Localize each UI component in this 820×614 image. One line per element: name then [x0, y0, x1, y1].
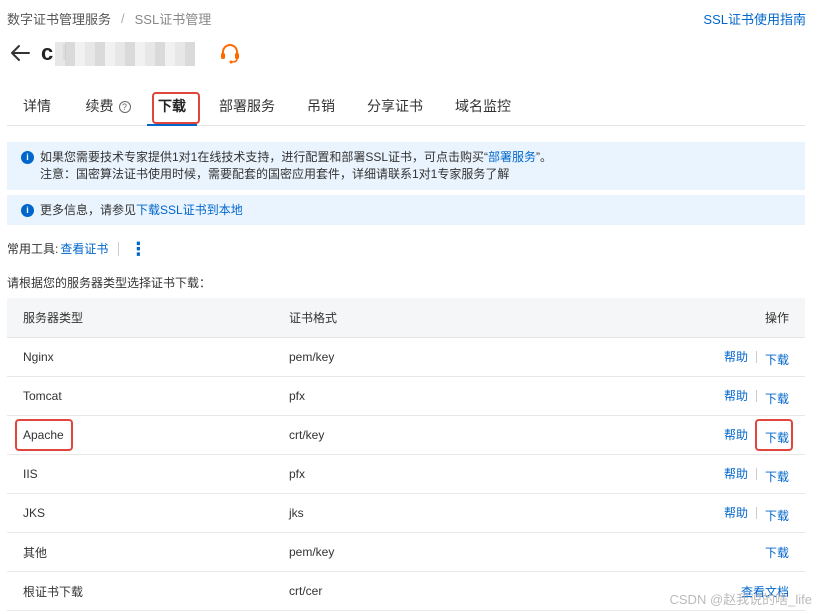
actions-cell: 帮助 下载 — [672, 464, 805, 485]
download-table: 服务器类型 证书格式 操作 Nginx pem/key 帮助 下载 Tomcat… — [7, 298, 805, 611]
divider — [755, 468, 757, 480]
breadcrumb-separator: / — [121, 11, 125, 26]
actions-cell: 帮助 下载 — [672, 347, 805, 368]
format-cell: pfx — [289, 389, 306, 403]
ssl-guide-link[interactable]: SSL证书使用指南 — [703, 9, 806, 28]
view-certificate-link[interactable]: 查看证书 — [60, 240, 108, 257]
common-tools: 常用工具: 查看证书 ⋮ — [7, 240, 147, 258]
help-link[interactable]: 帮助 — [724, 426, 748, 443]
info-icon: i — [21, 204, 34, 217]
download-instruction: 请根据您的服务器类型选择证书下载： — [7, 276, 212, 290]
help-link[interactable]: 帮助 — [724, 387, 748, 404]
actions-cell: 帮助 下载 — [672, 386, 805, 407]
divider — [755, 507, 757, 519]
more-info-notice: i 更多信息，请参见 下载SSL证书到本地 — [7, 195, 805, 225]
notice-text-suffix: ”。 — [536, 150, 553, 164]
download-tab-highlight — [152, 92, 200, 124]
format-cell: pem/key — [289, 350, 335, 364]
download-link[interactable]: 下载 — [765, 507, 789, 524]
divider — [118, 241, 120, 256]
server-type-cell: Tomcat — [23, 389, 62, 403]
support-headset-icon[interactable] — [218, 41, 242, 65]
download-link[interactable]: 下载 — [765, 544, 789, 561]
table-row: IIS pfx 帮助 下载 — [7, 455, 805, 494]
download-link[interactable]: 下载 — [765, 390, 789, 407]
tab-revoke[interactable]: 吊销 — [305, 88, 337, 126]
more-options-icon[interactable]: ⋮ — [129, 240, 147, 258]
page-title: c l — [41, 40, 195, 66]
table-row: Tomcat pfx 帮助 下载 — [7, 377, 805, 416]
actions-cell: 帮助 下载 — [672, 503, 805, 524]
tab-share-label: 分享证书 — [367, 98, 423, 114]
tab-share-certificate[interactable]: 分享证书 — [365, 88, 425, 126]
help-link[interactable]: 帮助 — [724, 348, 748, 365]
column-header-server-type: 服务器类型 — [23, 311, 84, 325]
download-link[interactable]: 下载 — [765, 468, 789, 485]
support-notice: i 如果您需要技术专家提供1对1在线技术支持，进行配置和部署SSL证书，可点击购… — [7, 142, 805, 190]
server-type-cell: 其他 — [23, 545, 48, 560]
server-type-cell: 根证书下载 — [23, 584, 84, 599]
table-row: 其他 pem/key 下载 — [7, 533, 805, 572]
back-arrow-icon[interactable] — [7, 40, 33, 66]
tab-monitor-label: 域名监控 — [455, 98, 511, 114]
tab-deploy-service[interactable]: 部署服务 — [217, 88, 277, 126]
table-header: 服务器类型 证书格式 操作 — [7, 298, 805, 338]
breadcrumb-item-ssl-management[interactable]: SSL证书管理 — [135, 9, 212, 28]
notice-text-prefix: 如果您需要技术专家提供1对1在线技术支持，进行配置和部署SSL证书，可点击购买“ — [40, 150, 489, 164]
server-type-cell: IIS — [23, 467, 38, 481]
format-cell: pem/key — [289, 545, 335, 559]
help-link[interactable]: 帮助 — [724, 504, 748, 521]
format-cell: crt/cer — [289, 584, 323, 598]
apache-download-highlight — [755, 419, 793, 451]
download-ssl-doc-link[interactable]: 下载SSL证书到本地 — [136, 202, 243, 219]
column-header-actions: 操作 — [764, 311, 789, 325]
apache-highlight — [15, 419, 73, 451]
breadcrumb: 数字证书管理服务 / SSL证书管理 — [7, 9, 211, 28]
title-row: c l — [7, 38, 242, 68]
watermark: CSDN @赵我说的啥_life — [669, 592, 813, 607]
common-tools-label: 常用工具: — [7, 242, 59, 256]
tab-bar: 详情 续费? 下载 部署服务 吊销 分享证书 域名监控 — [7, 88, 805, 126]
title-redaction — [55, 42, 195, 66]
format-cell: jks — [289, 506, 304, 520]
divider — [755, 390, 757, 402]
info-icon: i — [21, 151, 34, 164]
table-row: JKS jks 帮助 下载 — [7, 494, 805, 533]
tab-renewal-label: 续费 — [85, 98, 114, 114]
tab-details[interactable]: 详情 — [21, 88, 53, 126]
tab-domain-monitor[interactable]: 域名监控 — [453, 88, 513, 126]
deploy-service-link[interactable]: 部署服务 — [488, 149, 536, 166]
help-circle-icon[interactable]: ? — [118, 101, 131, 113]
table-row-apache: Apache crt/key 帮助 下载 — [7, 416, 805, 455]
download-link[interactable]: 下载 — [765, 351, 789, 368]
server-type-cell: JKS — [23, 506, 46, 520]
actions-cell: 下载 — [672, 544, 805, 561]
format-cell: pfx — [289, 467, 306, 481]
breadcrumb-item-ssl-service[interactable]: 数字证书管理服务 — [7, 9, 111, 28]
server-type-cell: Nginx — [23, 350, 54, 364]
notice-note-text: 注意：国密算法证书使用时候，需要配套的国密应用套件，详细请联系1对1专家服务了解 — [40, 167, 510, 181]
tab-deploy-label: 部署服务 — [219, 98, 275, 114]
divider — [755, 351, 757, 363]
format-cell: crt/key — [289, 428, 325, 442]
tab-details-label: 详情 — [23, 98, 51, 114]
column-header-format: 证书格式 — [289, 311, 338, 325]
tab-renewal[interactable]: 续费? — [83, 88, 133, 126]
more-info-text: 更多信息，请参见 — [40, 203, 137, 217]
help-link[interactable]: 帮助 — [724, 465, 748, 482]
table-row: Nginx pem/key 帮助 下载 — [7, 338, 805, 377]
tab-revoke-label: 吊销 — [307, 98, 335, 114]
